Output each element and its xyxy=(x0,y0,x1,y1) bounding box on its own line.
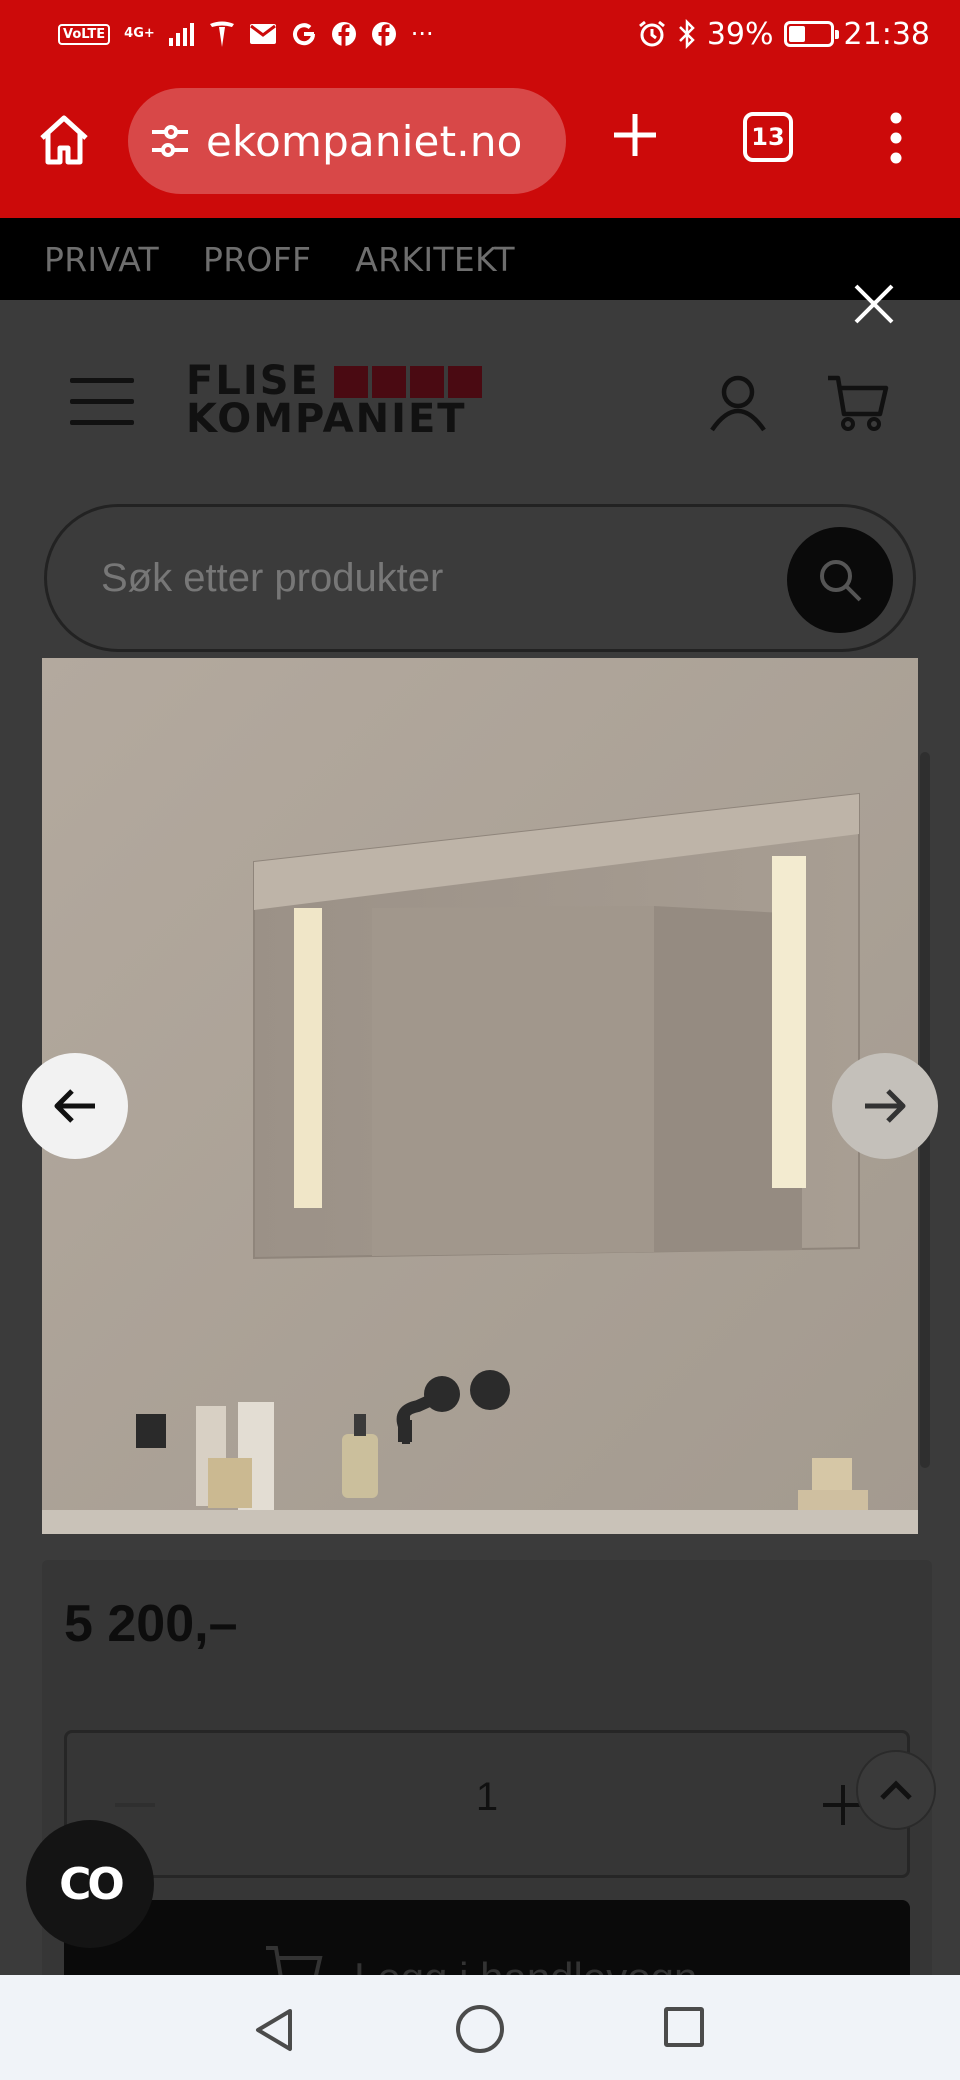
search-icon xyxy=(820,560,862,602)
tab-switcher-button[interactable]: 13 xyxy=(743,112,793,162)
arrow-left-icon xyxy=(54,1089,95,1123)
battery-icon xyxy=(783,21,839,47)
tesla-icon xyxy=(209,21,234,47)
quantity-value[interactable]: 1 xyxy=(67,1775,907,1820)
volte-indicator: VoLTE xyxy=(58,23,111,45)
nav-privat[interactable]: PRIVAT xyxy=(44,240,159,279)
network-type: 4G+ xyxy=(124,26,155,41)
more-notifications: ··· xyxy=(410,20,434,48)
quantity-stepper: 1 xyxy=(64,1730,910,1878)
search-button[interactable] xyxy=(787,527,893,633)
mail-icon xyxy=(249,24,276,44)
search-bar xyxy=(44,504,916,652)
back-icon[interactable] xyxy=(250,2005,300,2055)
chat-icon: CO xyxy=(59,1858,125,1910)
scroll-to-top-button[interactable] xyxy=(856,1750,936,1830)
browser-toolbar: ekompaniet.no 13 xyxy=(0,68,960,218)
nav-arkitekt[interactable]: ARKITEKT xyxy=(355,240,515,279)
battery-percent: 39% xyxy=(706,16,774,52)
logo-line-2: KOMPANIET xyxy=(186,396,467,442)
chat-widget-button[interactable]: CO xyxy=(26,1820,154,1948)
url-text: ekompaniet.no xyxy=(206,116,523,166)
signal-icon xyxy=(168,23,194,46)
search-input[interactable] xyxy=(101,555,701,601)
chevron-up-icon xyxy=(880,1780,912,1800)
previous-image-button[interactable] xyxy=(22,1053,128,1159)
browser-menu-icon[interactable] xyxy=(880,108,912,168)
product-price: 5 200,– xyxy=(64,1595,238,1653)
system-navigation-bar xyxy=(0,1975,960,2080)
home-icon[interactable] xyxy=(36,112,92,168)
home-nav-icon[interactable] xyxy=(456,2005,504,2053)
next-image-button[interactable] xyxy=(832,1053,938,1159)
site-logo[interactable]: FLISE KOMPANIET xyxy=(186,361,486,444)
clock: 21:38 xyxy=(843,16,930,52)
recent-apps-icon[interactable] xyxy=(664,2007,704,2047)
account-icon[interactable] xyxy=(706,370,770,434)
bluetooth-icon xyxy=(678,19,695,49)
new-tab-icon[interactable] xyxy=(610,110,660,160)
logo-squares xyxy=(334,366,482,398)
nav-proff[interactable]: PROFF xyxy=(203,240,311,279)
product-photo xyxy=(42,658,918,1534)
address-bar[interactable]: ekompaniet.no xyxy=(128,88,566,194)
site-settings-icon[interactable] xyxy=(150,124,190,158)
facebook-icon-2 xyxy=(371,22,396,46)
cart-icon[interactable] xyxy=(826,370,890,434)
facebook-icon xyxy=(331,22,356,46)
status-bar: VoLTE 4G+ ··· 39% 21:38 xyxy=(0,0,960,68)
hamburger-menu-icon[interactable] xyxy=(70,378,134,426)
site-segment-nav: PRIVAT PROFF ARKITEKT xyxy=(0,218,960,300)
tab-count: 13 xyxy=(751,123,785,151)
product-image[interactable] xyxy=(42,658,918,1534)
google-icon xyxy=(292,23,315,46)
close-icon[interactable] xyxy=(850,280,898,328)
arrow-right-icon xyxy=(865,1089,906,1123)
alarm-icon xyxy=(638,20,665,47)
